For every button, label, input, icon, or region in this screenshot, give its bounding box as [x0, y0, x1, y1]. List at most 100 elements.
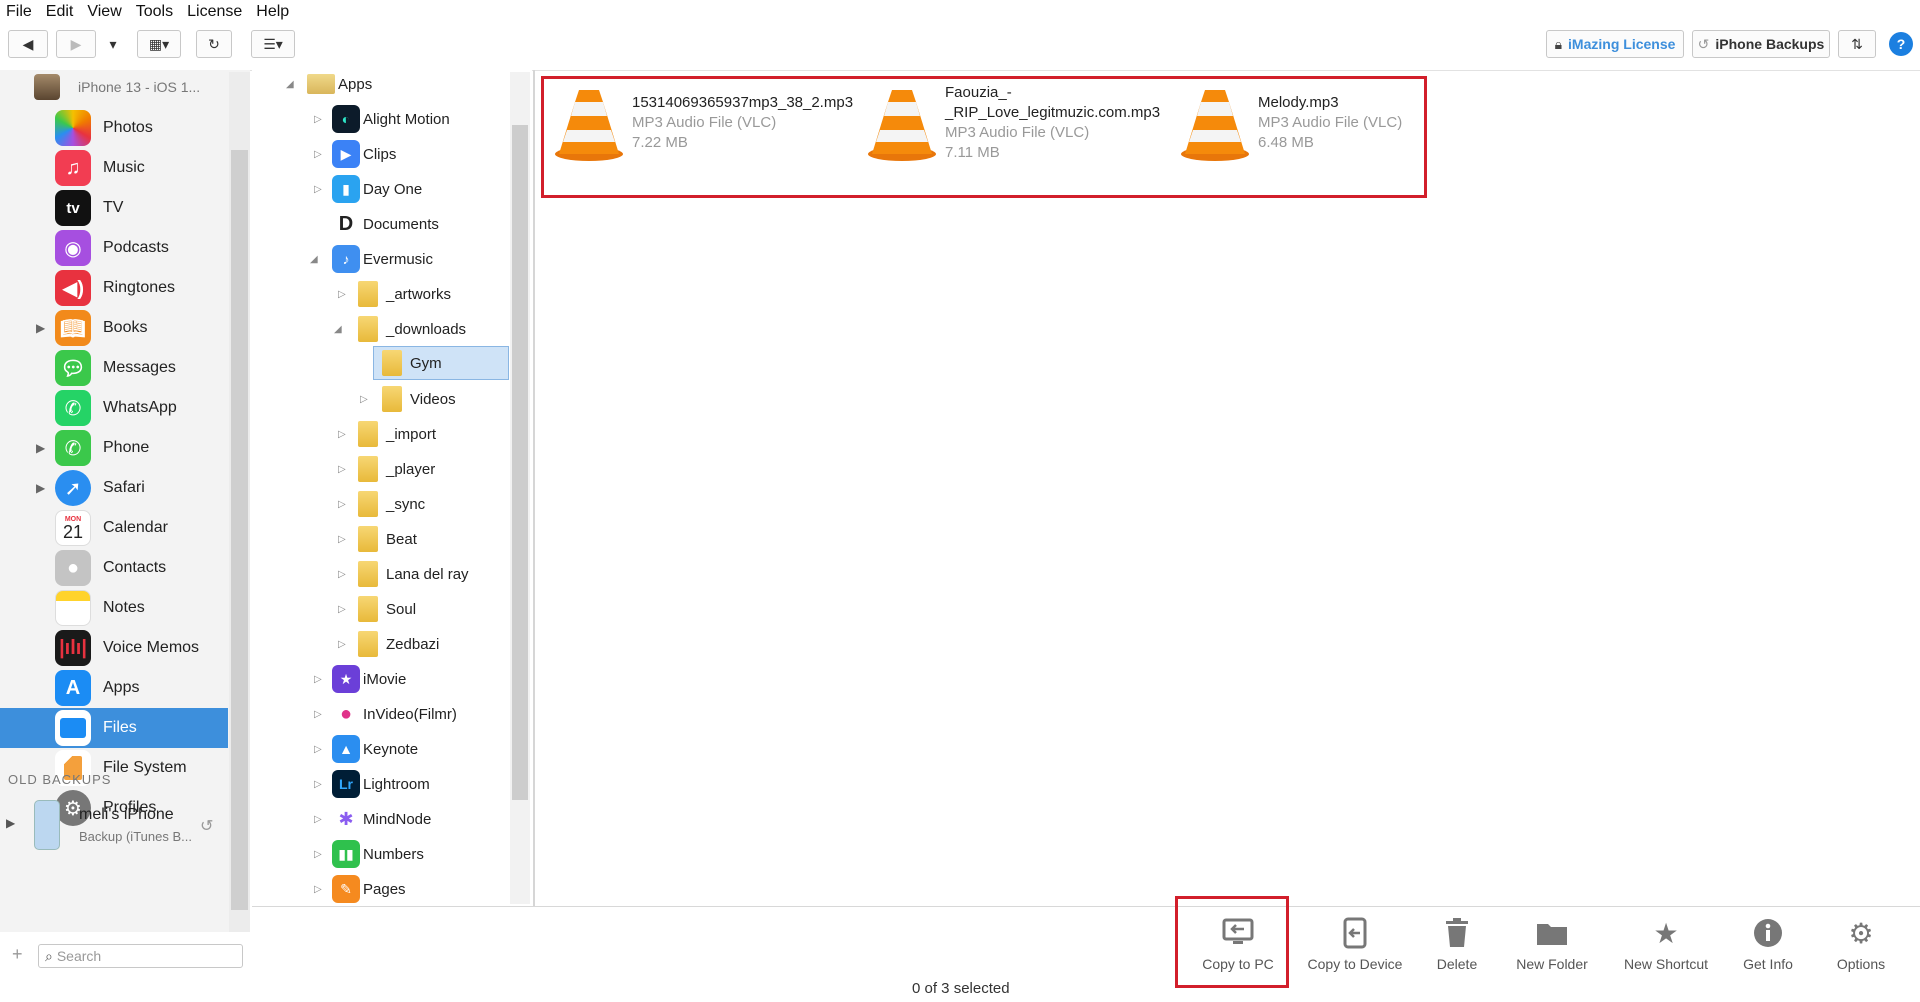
refresh-button[interactable]: ↻	[196, 30, 232, 58]
sidebar-item-voice-memos[interactable]: |ılı| Voice Memos	[0, 628, 228, 668]
tree-item-soul[interactable]: ▷ Soul	[252, 592, 510, 626]
collapse-arrow-icon[interactable]: ◢	[334, 324, 342, 335]
sidebar-item-notes[interactable]: Notes	[0, 588, 228, 628]
expand-arrow-icon[interactable]: ▷	[314, 884, 322, 895]
expand-arrow-icon[interactable]: ▷	[314, 149, 322, 160]
tree-item-apps[interactable]: ◢ Apps	[252, 67, 510, 101]
tree-item-keynote[interactable]: ▷ ▲ Keynote	[252, 732, 510, 766]
menu-file[interactable]: File	[6, 3, 32, 21]
tree-item-imovie[interactable]: ▷ ★ iMovie	[252, 662, 510, 696]
search-input[interactable]: ⌕ Search	[38, 944, 243, 968]
tree-item-clips[interactable]: ▷ ▶ Clips	[252, 137, 510, 171]
expand-arrow-icon[interactable]: ▷	[314, 744, 322, 755]
tree-item-gym[interactable]: Gym	[373, 346, 509, 380]
tree-item-zedbazi[interactable]: ▷ Zedbazi	[252, 627, 510, 661]
expand-arrow-icon[interactable]: ▷	[338, 569, 346, 580]
history-dropdown[interactable]: ▾	[104, 30, 122, 58]
tree-item-day-one[interactable]: ▷ ▮ Day One	[252, 172, 510, 206]
sidebar-item-photos[interactable]: Photos	[0, 108, 228, 148]
tree-item-import[interactable]: ▷ _import	[252, 417, 510, 451]
sidebar-item-tv[interactable]: tv TV	[0, 188, 228, 228]
sidebar-item-music[interactable]: ♫ Music	[0, 148, 228, 188]
sidebar-item-calendar[interactable]: MON 21 Calendar	[0, 508, 228, 548]
sidebar-item-files[interactable]: Files	[0, 708, 228, 748]
back-button[interactable]: ◀	[8, 30, 48, 58]
tree-item-artworks[interactable]: ▷ _artworks	[252, 277, 510, 311]
tree-item-evermusic[interactable]: ◢ ♪ Evermusic	[252, 242, 510, 276]
tree-item-pages[interactable]: ▷ ✎ Pages	[252, 872, 510, 906]
books-icon: 📖︎	[55, 310, 91, 346]
expand-arrow-icon[interactable]: ▷	[314, 814, 322, 825]
file-item[interactable]: 15314069365937mp3_38_2.mp3 MP3 Audio Fil…	[553, 82, 853, 172]
tree-item-sync[interactable]: ▷ _sync	[252, 487, 510, 521]
license-button[interactable]: 🔒︎ iMazing License	[1546, 30, 1684, 58]
sidebar-item-messages[interactable]: 💬︎ Messages	[0, 348, 228, 388]
expand-arrow-icon[interactable]: ▷	[360, 394, 368, 405]
expand-arrow-icon[interactable]: ▶	[36, 441, 45, 455]
forward-button[interactable]: ▶	[56, 30, 96, 58]
expand-arrow-icon[interactable]: ▶	[36, 481, 45, 495]
sidebar-item-phone[interactable]: ▶ ✆ Phone	[0, 428, 228, 468]
device-row[interactable]: iPhone 13 - iOS 1...	[0, 70, 230, 104]
expand-arrow-icon[interactable]: ▶	[6, 816, 15, 830]
expand-arrow-icon[interactable]: ▷	[338, 429, 346, 440]
expand-arrow-icon[interactable]: ▷	[338, 534, 346, 545]
tree-item-invideo[interactable]: ▷ ● InVideo(Filmr)	[252, 697, 510, 731]
copy-to-device-button[interactable]: Copy to Device	[1306, 916, 1404, 988]
tree-scroll-thumb[interactable]	[512, 125, 528, 800]
help-button[interactable]: ?	[1889, 32, 1913, 56]
expand-arrow-icon[interactable]: ▷	[314, 849, 322, 860]
sidebar-item-apps[interactable]: A Apps	[0, 668, 228, 708]
sidebar-item-books[interactable]: ▶ 📖︎ Books	[0, 308, 228, 348]
get-info-button[interactable]: Get Info	[1742, 916, 1794, 988]
collapse-arrow-icon[interactable]: ◢	[310, 254, 318, 265]
menu-edit[interactable]: Edit	[46, 3, 74, 21]
options-button[interactable]: ⚙ Options	[1834, 916, 1888, 988]
expand-arrow-icon[interactable]: ▷	[338, 464, 346, 475]
sidebar-item-whatsapp[interactable]: ✆ WhatsApp	[0, 388, 228, 428]
tree-item-beat[interactable]: ▷ Beat	[252, 522, 510, 556]
sidebar-item-safari[interactable]: ▶ ➚ Safari	[0, 468, 228, 508]
expand-arrow-icon[interactable]: ▷	[314, 709, 322, 720]
tree-item-alight-motion[interactable]: ▷ ◐ Alight Motion	[252, 102, 510, 136]
tree-item-mindnode[interactable]: ▷ ✱ MindNode	[252, 802, 510, 836]
transfer-button[interactable]: ⇅	[1838, 30, 1876, 58]
list-options-button[interactable]: ☰▾	[251, 30, 295, 58]
sidebar-item-ringtones[interactable]: ◀) Ringtones	[0, 268, 228, 308]
sidebar-item-contacts[interactable]: ● Contacts	[0, 548, 228, 588]
menu-help[interactable]: Help	[256, 3, 289, 21]
backup-item[interactable]: ▶ meli's iPhone Backup (iTunes B... ↺	[0, 796, 228, 858]
add-icon[interactable]: +	[12, 944, 23, 965]
sidebar-scroll-thumb[interactable]	[231, 150, 248, 910]
expand-arrow-icon[interactable]: ▶	[36, 321, 45, 335]
expand-arrow-icon[interactable]: ▷	[314, 779, 322, 790]
collapse-arrow-icon[interactable]: ◢	[286, 79, 294, 90]
expand-arrow-icon[interactable]: ▷	[338, 499, 346, 510]
tree-item-player[interactable]: ▷ _player	[252, 452, 510, 486]
tree-item-documents[interactable]: D Documents	[252, 207, 510, 241]
expand-arrow-icon[interactable]: ▷	[314, 674, 322, 685]
delete-button[interactable]: Delete	[1432, 916, 1482, 988]
view-mode-button[interactable]: ▦▾	[137, 30, 181, 58]
tree-item-lightroom[interactable]: ▷ Lr Lightroom	[252, 767, 510, 801]
iphone-backups-button[interactable]: ↺ iPhone Backups	[1692, 30, 1830, 58]
expand-arrow-icon[interactable]: ▷	[338, 289, 346, 300]
tree-item-videos[interactable]: ▷ Videos	[252, 382, 510, 416]
file-item[interactable]: Melody.mp3 MP3 Audio File (VLC) 6.48 MB	[1179, 82, 1479, 172]
expand-arrow-icon[interactable]: ▷	[338, 639, 346, 650]
new-shortcut-button[interactable]: ★ New Shortcut	[1620, 916, 1712, 988]
expand-arrow-icon[interactable]: ▷	[314, 184, 322, 195]
expand-arrow-icon[interactable]: ▷	[338, 604, 346, 615]
sidebar-item-podcasts[interactable]: ◉ Podcasts	[0, 228, 228, 268]
tree-item-downloads[interactable]: ◢ _downloads	[252, 312, 510, 346]
tree-item-numbers[interactable]: ▷ ▮▮ Numbers	[252, 837, 510, 871]
copy-to-pc-button[interactable]: Copy to PC	[1196, 916, 1280, 988]
history-icon[interactable]: ↺	[200, 816, 213, 836]
file-item[interactable]: Faouzia_- _RIP_Love_legitmuzic.com.mp3 M…	[866, 82, 1166, 172]
menu-view[interactable]: View	[87, 3, 121, 21]
menu-license[interactable]: License	[187, 3, 242, 21]
menu-tools[interactable]: Tools	[136, 3, 173, 21]
tree-item-lana-del-ray[interactable]: ▷ Lana del ray	[252, 557, 510, 591]
new-folder-button[interactable]: New Folder	[1512, 916, 1592, 988]
expand-arrow-icon[interactable]: ▷	[314, 114, 322, 125]
